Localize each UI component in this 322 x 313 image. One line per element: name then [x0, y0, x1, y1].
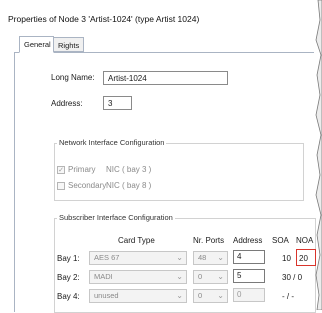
window-title: Properties of Node 3 'Artist-1024' (type… [8, 14, 200, 24]
bay-1-card-select[interactable]: AES 67 ⌄ [89, 251, 187, 265]
bay-4-card-value: unused [94, 291, 119, 300]
bay-4-ports-select[interactable]: 0 ⌄ [193, 289, 228, 303]
subscriber-config-title: Subscriber Interface Configuration [57, 213, 175, 222]
bay-1-noa: 20 [299, 254, 308, 263]
address-input[interactable]: 3 [103, 96, 132, 110]
header-nr-ports: Nr. Ports [193, 236, 225, 245]
long-name-input[interactable]: Artist-1024 [103, 71, 228, 85]
bay-4-label: Bay 4: [57, 292, 80, 301]
long-name-label: Long Name: [51, 73, 95, 82]
bay-4-card-select[interactable]: unused ⌄ [89, 289, 187, 303]
secondary-checkbox[interactable] [57, 182, 65, 190]
torn-edge-decoration [315, 0, 322, 310]
bay-2-ports-value: 0 [198, 272, 203, 281]
chevron-down-icon: ⌄ [217, 291, 224, 300]
bay-2-soa-noa: 30 / 0 [282, 273, 303, 282]
bay-1-address-input[interactable]: 4 [233, 250, 265, 264]
secondary-nic: NIC ( bay 8 ) [106, 181, 152, 190]
bay-1-label: Bay 1: [57, 254, 80, 263]
primary-label: Primary [68, 165, 96, 174]
chevron-down-icon: ⌄ [217, 253, 224, 262]
bay-2-address-input[interactable]: 5 [233, 269, 265, 283]
primary-nic: NIC ( bay 3 ) [106, 165, 152, 174]
network-config-title: Network Interface Configuration [57, 138, 167, 147]
primary-checkbox[interactable]: ✓ [57, 166, 65, 174]
bay-2-ports-select[interactable]: 0 ⌄ [193, 270, 228, 284]
header-address: Address [233, 236, 263, 245]
tab-rights[interactable]: Rights [54, 37, 84, 52]
bay-2-label: Bay 2: [57, 273, 80, 282]
header-card-type: Card Type [118, 236, 155, 245]
bay-1-ports-select[interactable]: 48 ⌄ [193, 251, 228, 265]
bay-4-ports-value: 0 [198, 291, 203, 300]
check-icon: ✓ [58, 166, 64, 174]
chevron-down-icon: ⌄ [176, 272, 183, 281]
bay-4-soa-noa: - / - [282, 292, 294, 301]
header-soa: SOA [272, 236, 289, 245]
address-label: Address: [51, 99, 83, 108]
chevron-down-icon: ⌄ [176, 291, 183, 300]
bay-2-card-value: MADI [94, 272, 113, 281]
bay-1-soa: 10 [282, 254, 291, 263]
secondary-label: Secondary [68, 181, 107, 190]
bay-2-card-select[interactable]: MADI ⌄ [89, 270, 187, 284]
bay-4-address-input[interactable]: 0 [233, 288, 265, 302]
tab-general[interactable]: General [19, 36, 54, 53]
bay-1-ports-value: 48 [198, 253, 207, 262]
bay-1-card-value: AES 67 [94, 253, 120, 262]
chevron-down-icon: ⌄ [217, 272, 224, 281]
chevron-down-icon: ⌄ [176, 253, 183, 262]
